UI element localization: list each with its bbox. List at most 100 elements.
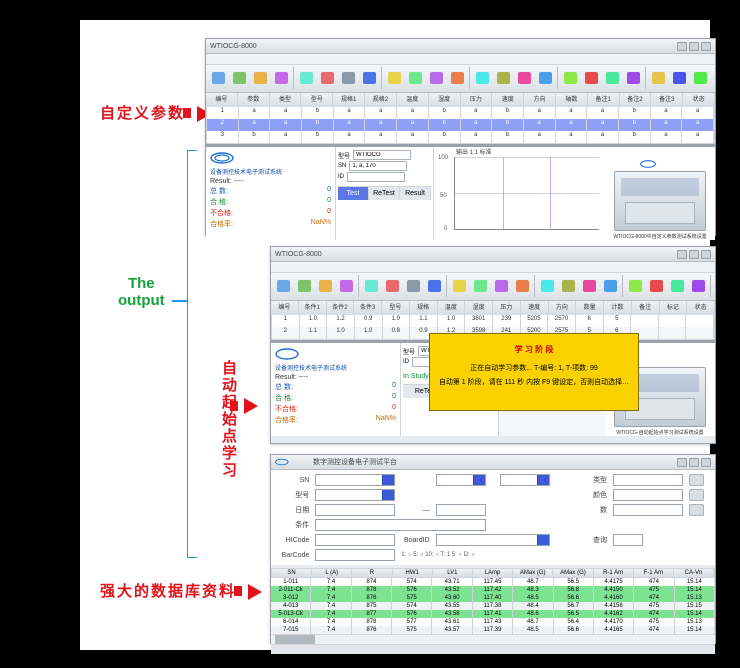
filter-button[interactable]	[581, 66, 601, 90]
grid-body[interactable]: 1aabaaababaaabaa2aabaaababaaabaa3babaaab…	[206, 107, 715, 144]
print-button[interactable]	[361, 274, 381, 298]
col-header[interactable]: 编号	[206, 93, 238, 107]
color-input[interactable]	[613, 489, 683, 501]
table2-button[interactable]	[600, 274, 620, 298]
col-header[interactable]: LV1	[433, 569, 473, 577]
col-header[interactable]: 规格2	[365, 93, 397, 107]
col-header[interactable]: AMax (G)	[553, 569, 593, 577]
type-input[interactable]	[613, 474, 683, 486]
menubar[interactable]	[206, 54, 715, 65]
results-grid[interactable]: SNL (A)RHW1LV1LAmpAMax (G)AMax (G)R-1 Am…	[271, 568, 715, 634]
minimize-icon[interactable]	[677, 42, 687, 51]
cfg-button[interactable]	[602, 66, 622, 90]
col-header[interactable]: LAmp	[473, 569, 513, 577]
col-header[interactable]: 计数	[604, 301, 632, 315]
model-combo[interactable]	[315, 489, 395, 501]
col-header[interactable]: L (A)	[312, 569, 352, 577]
model-input[interactable]	[353, 150, 411, 160]
chart-button[interactable]	[537, 274, 557, 298]
col-header[interactable]: 备注3	[651, 93, 683, 107]
clear-icon[interactable]	[689, 474, 704, 486]
minimize-icon[interactable]	[677, 250, 687, 259]
table-row[interactable]: 5-013-Ck7.487757643.58117.4148.656.54.41…	[271, 610, 715, 618]
col-header[interactable]: 方向	[524, 93, 556, 107]
table-row[interactable]: 1aabaaababaaabaa	[207, 107, 714, 119]
copy-button[interactable]	[338, 66, 358, 90]
board-combo[interactable]	[436, 534, 551, 546]
h-scrollbar[interactable]	[271, 634, 715, 644]
id-input[interactable]	[347, 172, 405, 182]
tab-result[interactable]: Result	[400, 187, 431, 200]
col-header[interactable]: R-1 Am	[594, 569, 634, 577]
paste-button[interactable]	[424, 274, 444, 298]
window-titlebar[interactable]: WTIOCG-8000	[271, 247, 715, 262]
col-header[interactable]: 备注2	[620, 93, 652, 107]
col-header[interactable]: 温度	[438, 301, 466, 315]
table-row[interactable]: 1-0117.487457443.71117.4548.756.54.41754…	[271, 578, 715, 586]
table-row[interactable]: 6-0147.487857743.61117.4348.756.44.41704…	[271, 618, 715, 626]
sn-combo[interactable]	[315, 474, 395, 486]
save-button[interactable]	[250, 66, 270, 90]
col-header[interactable]: 条件2	[327, 301, 355, 315]
col-header[interactable]: CA-Vn	[674, 569, 714, 577]
cut-button[interactable]	[382, 274, 402, 298]
count-input[interactable]	[613, 504, 683, 516]
col-header[interactable]: AMax (G)	[513, 569, 553, 577]
copy-button[interactable]	[403, 274, 423, 298]
date-from[interactable]	[315, 504, 395, 516]
table-row[interactable]: 11.01.20.91.01.11.036012395205257065	[272, 315, 714, 327]
col-header[interactable]: 备注1	[588, 93, 620, 107]
find-button[interactable]	[426, 66, 446, 90]
col-header[interactable]: 条件3	[354, 301, 382, 315]
results-body[interactable]: 1-0117.487457443.71117.4548.756.54.41754…	[271, 578, 715, 634]
col-header[interactable]: 方向	[549, 301, 577, 315]
export-button[interactable]	[690, 66, 710, 90]
table-row[interactable]: 2aabaaababaaabaa	[207, 119, 714, 131]
combo2[interactable]	[436, 474, 486, 486]
table-row[interactable]: 3babaaababaaabaa	[207, 131, 714, 143]
window-titlebar[interactable]: WTIOCG-8000	[206, 39, 715, 54]
chart-button[interactable]	[472, 66, 492, 90]
col-header[interactable]: 型号	[301, 93, 333, 107]
col-header[interactable]: HW1	[393, 569, 433, 577]
save-button[interactable]	[315, 274, 335, 298]
col-header[interactable]: 型号	[382, 301, 410, 315]
print-button[interactable]	[296, 66, 316, 90]
chart2-button[interactable]	[493, 66, 513, 90]
saveas-button[interactable]	[271, 66, 291, 90]
learning-dialog[interactable]: 学 习 阶 段 正在自动学习参数... T-编号: 1, T-项数: 99 自动…	[429, 333, 639, 411]
col-header[interactable]: 速度	[492, 93, 524, 107]
col-header[interactable]: 状态	[687, 301, 715, 315]
undo-button[interactable]	[384, 66, 404, 90]
col-header[interactable]: 参数	[238, 93, 270, 107]
find-button[interactable]	[491, 274, 511, 298]
col-header[interactable]: 温度	[397, 93, 429, 107]
radio-row[interactable]: 1: ○ 5: ○ 10: ○ T: 1 5: ○ D: ○	[401, 552, 707, 558]
table-row[interactable]: 3-0127.487657543.60117.4048.556.64.41604…	[271, 594, 715, 602]
col-header[interactable]: 压力	[493, 301, 521, 315]
col-header[interactable]: 数量	[576, 301, 604, 315]
cut-button[interactable]	[317, 66, 337, 90]
paste-button[interactable]	[359, 66, 379, 90]
date-to[interactable]	[436, 504, 486, 516]
col-header[interactable]: 编号	[271, 301, 299, 315]
col-header[interactable]: R	[352, 569, 392, 577]
table-button[interactable]	[579, 274, 599, 298]
barcode-input[interactable]	[315, 549, 395, 561]
table-row[interactable]: 2-011-Ck7.487857643.52117.4248.356.84.41…	[271, 586, 715, 594]
col-header[interactable]: 压力	[461, 93, 493, 107]
col-header[interactable]: 规格	[410, 301, 438, 315]
menubar[interactable]	[271, 262, 715, 273]
col-header[interactable]: 条件1	[299, 301, 327, 315]
col-header[interactable]: SN	[272, 569, 312, 577]
scroll-thumb[interactable]	[275, 635, 315, 644]
redo-button[interactable]	[405, 66, 425, 90]
filter-button[interactable]	[646, 274, 666, 298]
combo3[interactable]	[500, 474, 550, 486]
close-icon[interactable]	[701, 42, 711, 51]
new-button[interactable]	[208, 66, 228, 90]
col-header[interactable]: 轴数	[556, 93, 588, 107]
close-icon[interactable]	[701, 458, 711, 467]
zoom-button[interactable]	[512, 274, 532, 298]
stop-button[interactable]	[669, 66, 689, 90]
